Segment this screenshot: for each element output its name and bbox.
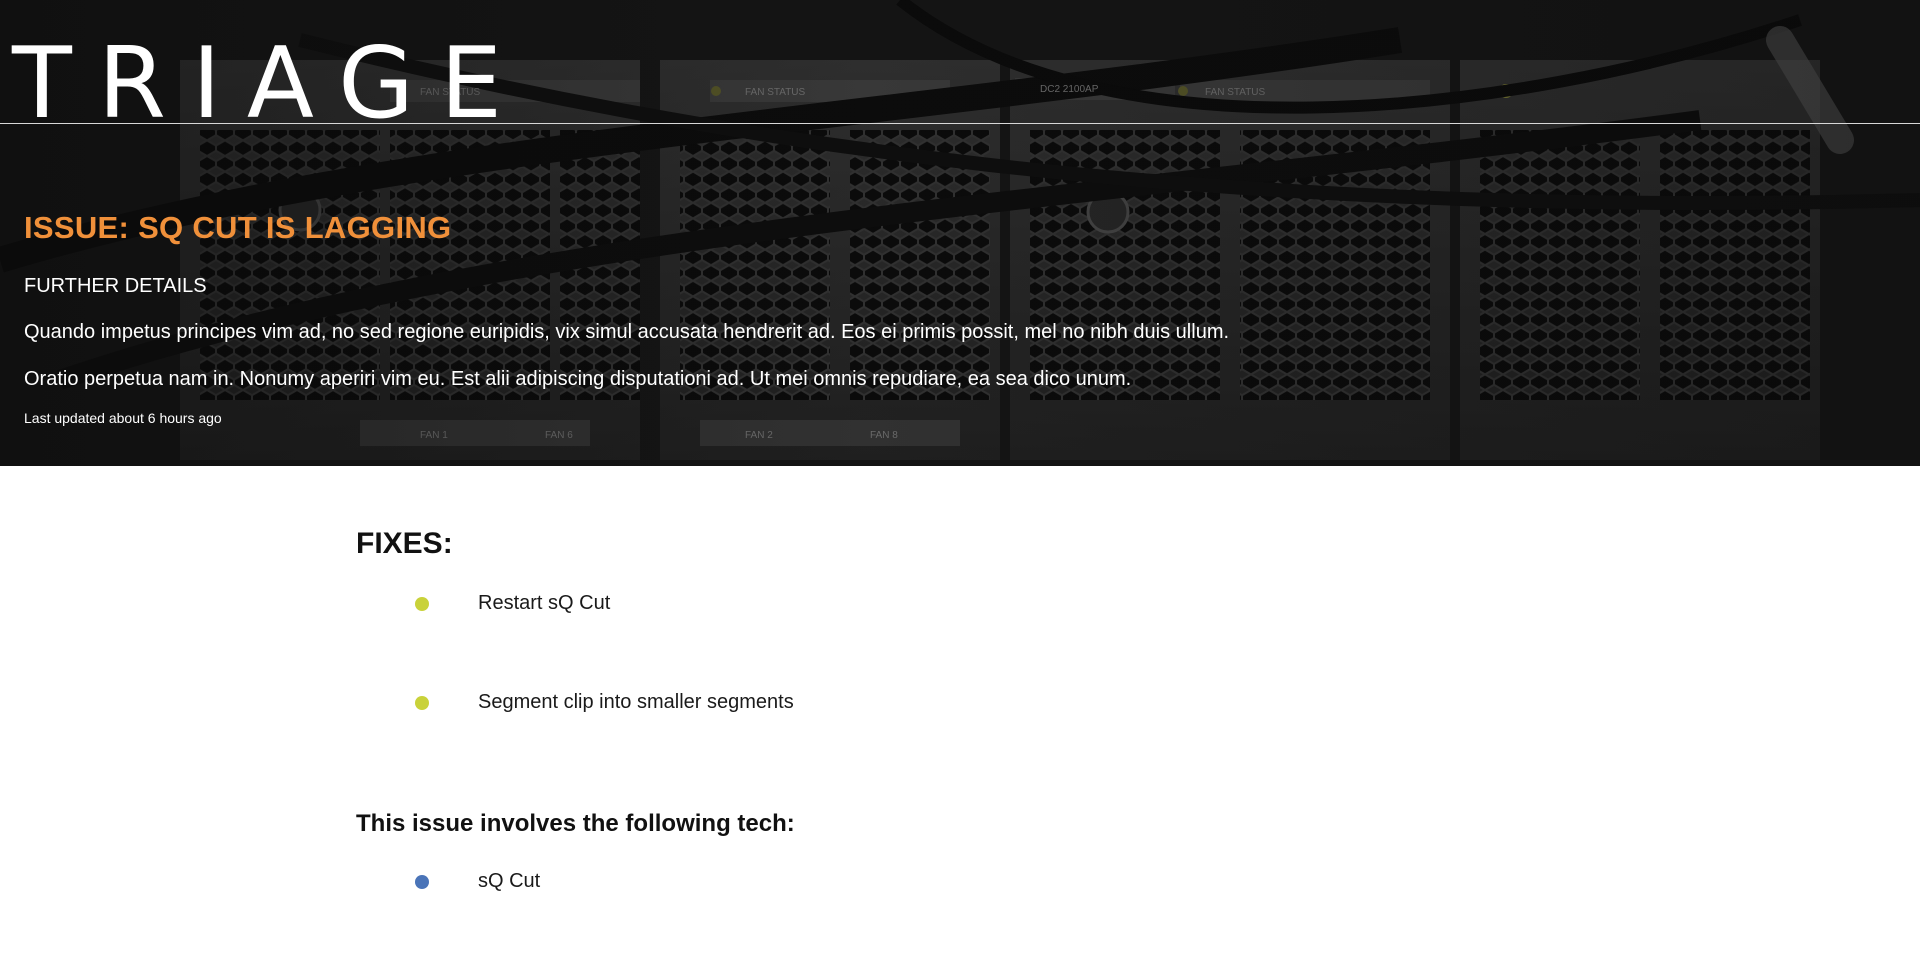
issue-summary: ISSUE: SQ CUT IS LAGGING FURTHER DETAILS… [24,206,1524,428]
fix-bullet-icon [415,597,429,611]
fix-label: Restart sQ Cut [478,592,611,614]
issue-description-paragraph: Quando impetus principes vim ad, no sed … [24,321,1230,343]
issue-description-paragraph: Oratio perpetua nam in. Nonumy aperiri v… [24,368,1132,390]
hero-banner: FAN STATUSFAN STATUSDC2 2100APFAN STATUS… [0,0,1920,466]
app-logo[interactable]: TRIAGE [12,35,528,133]
tech-bullet-icon [415,875,429,889]
tech-label: sQ Cut [478,870,541,892]
further-details-heading: FURTHER DETAILS [24,275,207,297]
header-divider [0,123,1920,124]
fix-label: Segment clip into smaller segments [478,691,794,713]
fix-bullet-icon [415,696,429,710]
fixes-heading: FIXES: [356,527,453,560]
tech-heading: This issue involves the following tech: [356,810,795,837]
issue-title: ISSUE: SQ CUT IS LAGGING [24,210,452,245]
tech-list-item: sQ Cut [356,861,1256,901]
last-updated-timestamp: Last updated about 6 hours ago [24,410,222,426]
fix-list-item: Restart sQ Cut [356,583,1256,623]
fix-list-item: Segment clip into smaller segments [356,682,1256,722]
